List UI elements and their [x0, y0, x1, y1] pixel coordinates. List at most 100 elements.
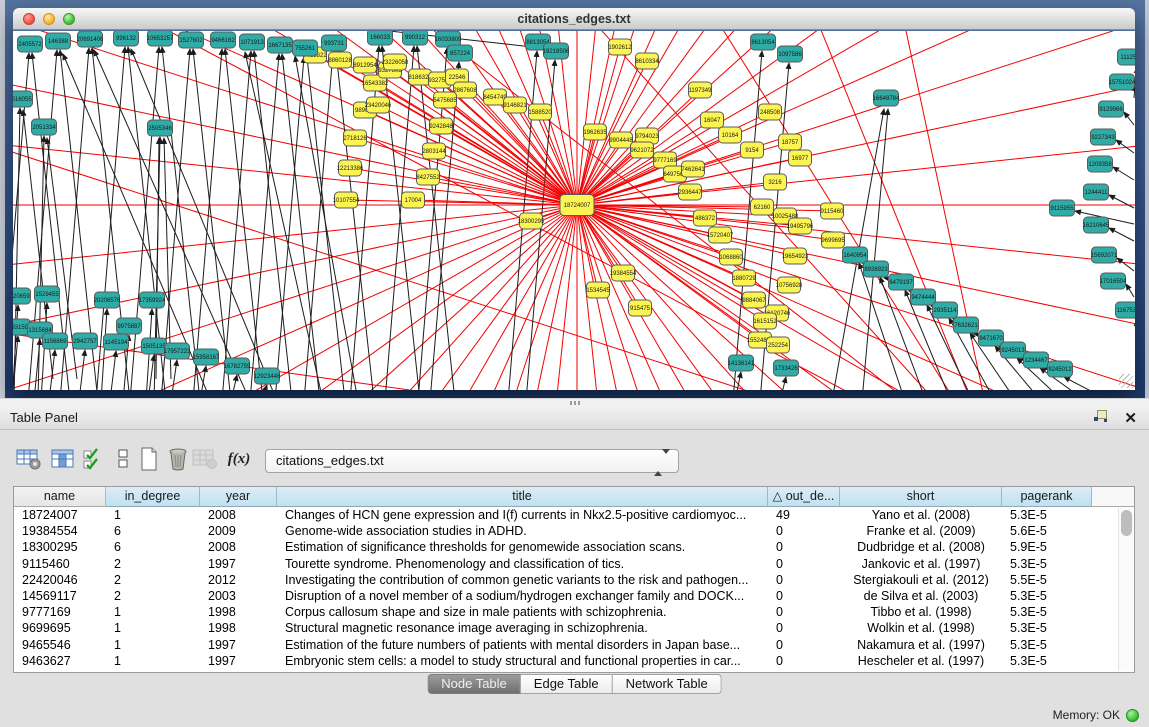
- graph-edge: [193, 49, 222, 390]
- graph-node-label: 18757: [782, 140, 799, 146]
- graph-node-label: 1244411: [1085, 190, 1109, 196]
- table-cell: 1998: [200, 620, 277, 636]
- table-cell: Disruption of a novel member of a sodium…: [277, 588, 768, 604]
- graph-node-label: 16047: [704, 118, 721, 124]
- graph-node-label: 20691406: [77, 37, 104, 43]
- column-header-in_degree[interactable]: in_degree: [106, 487, 200, 507]
- graph-node-label: 9904448: [609, 138, 633, 144]
- table-cell: 9777169: [14, 604, 106, 620]
- window-close-button[interactable]: [23, 13, 35, 25]
- graph-edge: [282, 54, 320, 390]
- splitter-handle-icon[interactable]: [570, 401, 582, 405]
- graph-node-label: 16648784: [873, 96, 900, 102]
- right-frame-strip: [1145, 0, 1149, 398]
- graph-node-label: 12923446: [254, 374, 281, 380]
- table-row[interactable]: 977716911998Corpus callosum shape and si…: [14, 604, 1134, 620]
- select-all-icon[interactable]: [78, 444, 108, 474]
- dropdown-arrows-icon: [654, 454, 670, 472]
- graph-node-label: 17957223: [164, 349, 191, 355]
- graph-node-label: 22546: [449, 75, 466, 81]
- graph-edge: [1064, 377, 1110, 390]
- tab-network-table[interactable]: Network Table: [613, 674, 722, 694]
- table-cell: 2: [106, 556, 200, 572]
- table-row[interactable]: 2242004622012Investigating the contribut…: [14, 572, 1134, 588]
- graph-node-label: 9975887: [117, 324, 141, 330]
- graph-node-label: 9146821: [503, 103, 527, 109]
- column-header-out_de[interactable]: △ out_de...: [768, 487, 840, 507]
- table-panel-title: Table Panel: [10, 406, 78, 429]
- graph-node-label: 8938923: [864, 267, 888, 273]
- table-row[interactable]: 1456911722003Disruption of a novel membe…: [14, 588, 1134, 604]
- node-attribute-table[interactable]: namein_degreeyeartitle△ out_de...shortpa…: [13, 486, 1135, 673]
- panel-splitter[interactable]: [0, 398, 1149, 406]
- column-header-short[interactable]: short: [840, 487, 1002, 507]
- table-vertical-scrollbar[interactable]: [1118, 508, 1133, 671]
- table-cell: 9115460: [14, 556, 106, 572]
- table-cell: 1: [106, 604, 200, 620]
- table-cell: 22420046: [14, 572, 106, 588]
- table-selector-dropdown[interactable]: citations_edges.txt: [265, 449, 679, 473]
- column-header-pagerank[interactable]: pagerank: [1002, 487, 1092, 507]
- table-row[interactable]: 1872400712008Changes of HCN gene express…: [14, 507, 1134, 523]
- tab-node-table[interactable]: Node Table: [427, 674, 521, 694]
- graph-node-label: 19218506: [543, 49, 570, 55]
- graph-node-label: 1527602: [179, 38, 203, 44]
- graph-node-label: 12213386: [337, 166, 364, 172]
- network-graph[interactable]: 1872400718300295193845541962635990444897…: [13, 31, 1135, 390]
- graph-node-label: 9466162: [211, 38, 235, 44]
- graph-node-label: 2516055: [13, 97, 32, 103]
- window-minimize-button[interactable]: [43, 13, 55, 25]
- table-cell: 18300295: [14, 539, 106, 555]
- graph-edge: [577, 182, 775, 205]
- function-builder-icon[interactable]: f(x): [224, 444, 254, 474]
- graph-node-label: 9777169: [653, 158, 677, 164]
- scrollbar-thumb[interactable]: [1121, 510, 1132, 536]
- memory-status-indicator[interactable]: [1126, 709, 1139, 722]
- graph-node-label: 15720407: [707, 233, 734, 239]
- table-cell: 1: [106, 653, 200, 669]
- graph-node-label: 7462641: [681, 167, 705, 173]
- column-header-year[interactable]: year: [200, 487, 277, 507]
- network-window-titlebar[interactable]: citations_edges.txt: [13, 8, 1135, 30]
- table-row[interactable]: 969969511998Structural magnetic resonanc…: [14, 620, 1134, 636]
- graph-node-label: 1880729: [732, 276, 756, 282]
- delete-column-icon[interactable]: [163, 444, 193, 474]
- float-panel-icon[interactable]: [1093, 409, 1108, 428]
- table-cell: 5.5E-5: [1002, 572, 1092, 588]
- table-cell: 1: [106, 620, 200, 636]
- table-cell: Yano et al. (2008): [840, 507, 1002, 523]
- table-cell: 2008: [200, 539, 277, 555]
- table-row[interactable]: 946362711997Embryonic stem cells: a mode…: [14, 653, 1134, 669]
- graph-node-label: 16782759: [224, 364, 251, 370]
- graph-edge: [254, 51, 292, 390]
- window-resize-grip[interactable]: [1119, 374, 1133, 388]
- graph-node-label: 1615152: [753, 319, 777, 325]
- show-columns-icon[interactable]: [48, 444, 78, 474]
- create-column-icon[interactable]: [134, 444, 164, 474]
- network-canvas[interactable]: 1872400718300295193845541962635990444897…: [13, 31, 1135, 390]
- table-row[interactable]: 946554611997Estimation of the future num…: [14, 637, 1134, 653]
- graph-node-label: 16543382: [362, 81, 389, 87]
- column-header-name[interactable]: name: [14, 487, 106, 507]
- column-header-title[interactable]: title: [277, 487, 768, 507]
- graph-node-label: 1097586: [778, 52, 802, 58]
- graph-node-label: 16977: [792, 156, 809, 162]
- table-panel: Table Panel ✕: [0, 406, 1149, 727]
- graph-node-label: 2935114: [934, 308, 958, 314]
- table-row[interactable]: 1830029562008Estimation of significance …: [14, 539, 1134, 555]
- table-mode-icon[interactable]: [14, 444, 44, 474]
- graph-edge: [175, 31, 577, 205]
- table-row[interactable]: 1938455462009Genome-wide association stu…: [14, 523, 1134, 539]
- tab-edge-table[interactable]: Edge Table: [521, 674, 613, 694]
- window-zoom-button[interactable]: [63, 13, 75, 25]
- graph-edge: [225, 49, 263, 390]
- table-cell: 1998: [200, 604, 277, 620]
- table-row[interactable]: 911546021997Tourette syndrome. Phenomeno…: [14, 556, 1134, 572]
- table-cell: Structural magnetic resonance image aver…: [277, 620, 768, 636]
- table-cell: 19384554: [14, 523, 106, 539]
- table-cell: Genome-wide association studies in ADHD.: [277, 523, 768, 539]
- graph-node-label: 9699695: [821, 238, 845, 244]
- network-window[interactable]: citations_edges.txt 18724007183002951938…: [13, 8, 1135, 390]
- table-cell: 1997: [200, 556, 277, 572]
- close-panel-icon[interactable]: ✕: [1124, 411, 1137, 427]
